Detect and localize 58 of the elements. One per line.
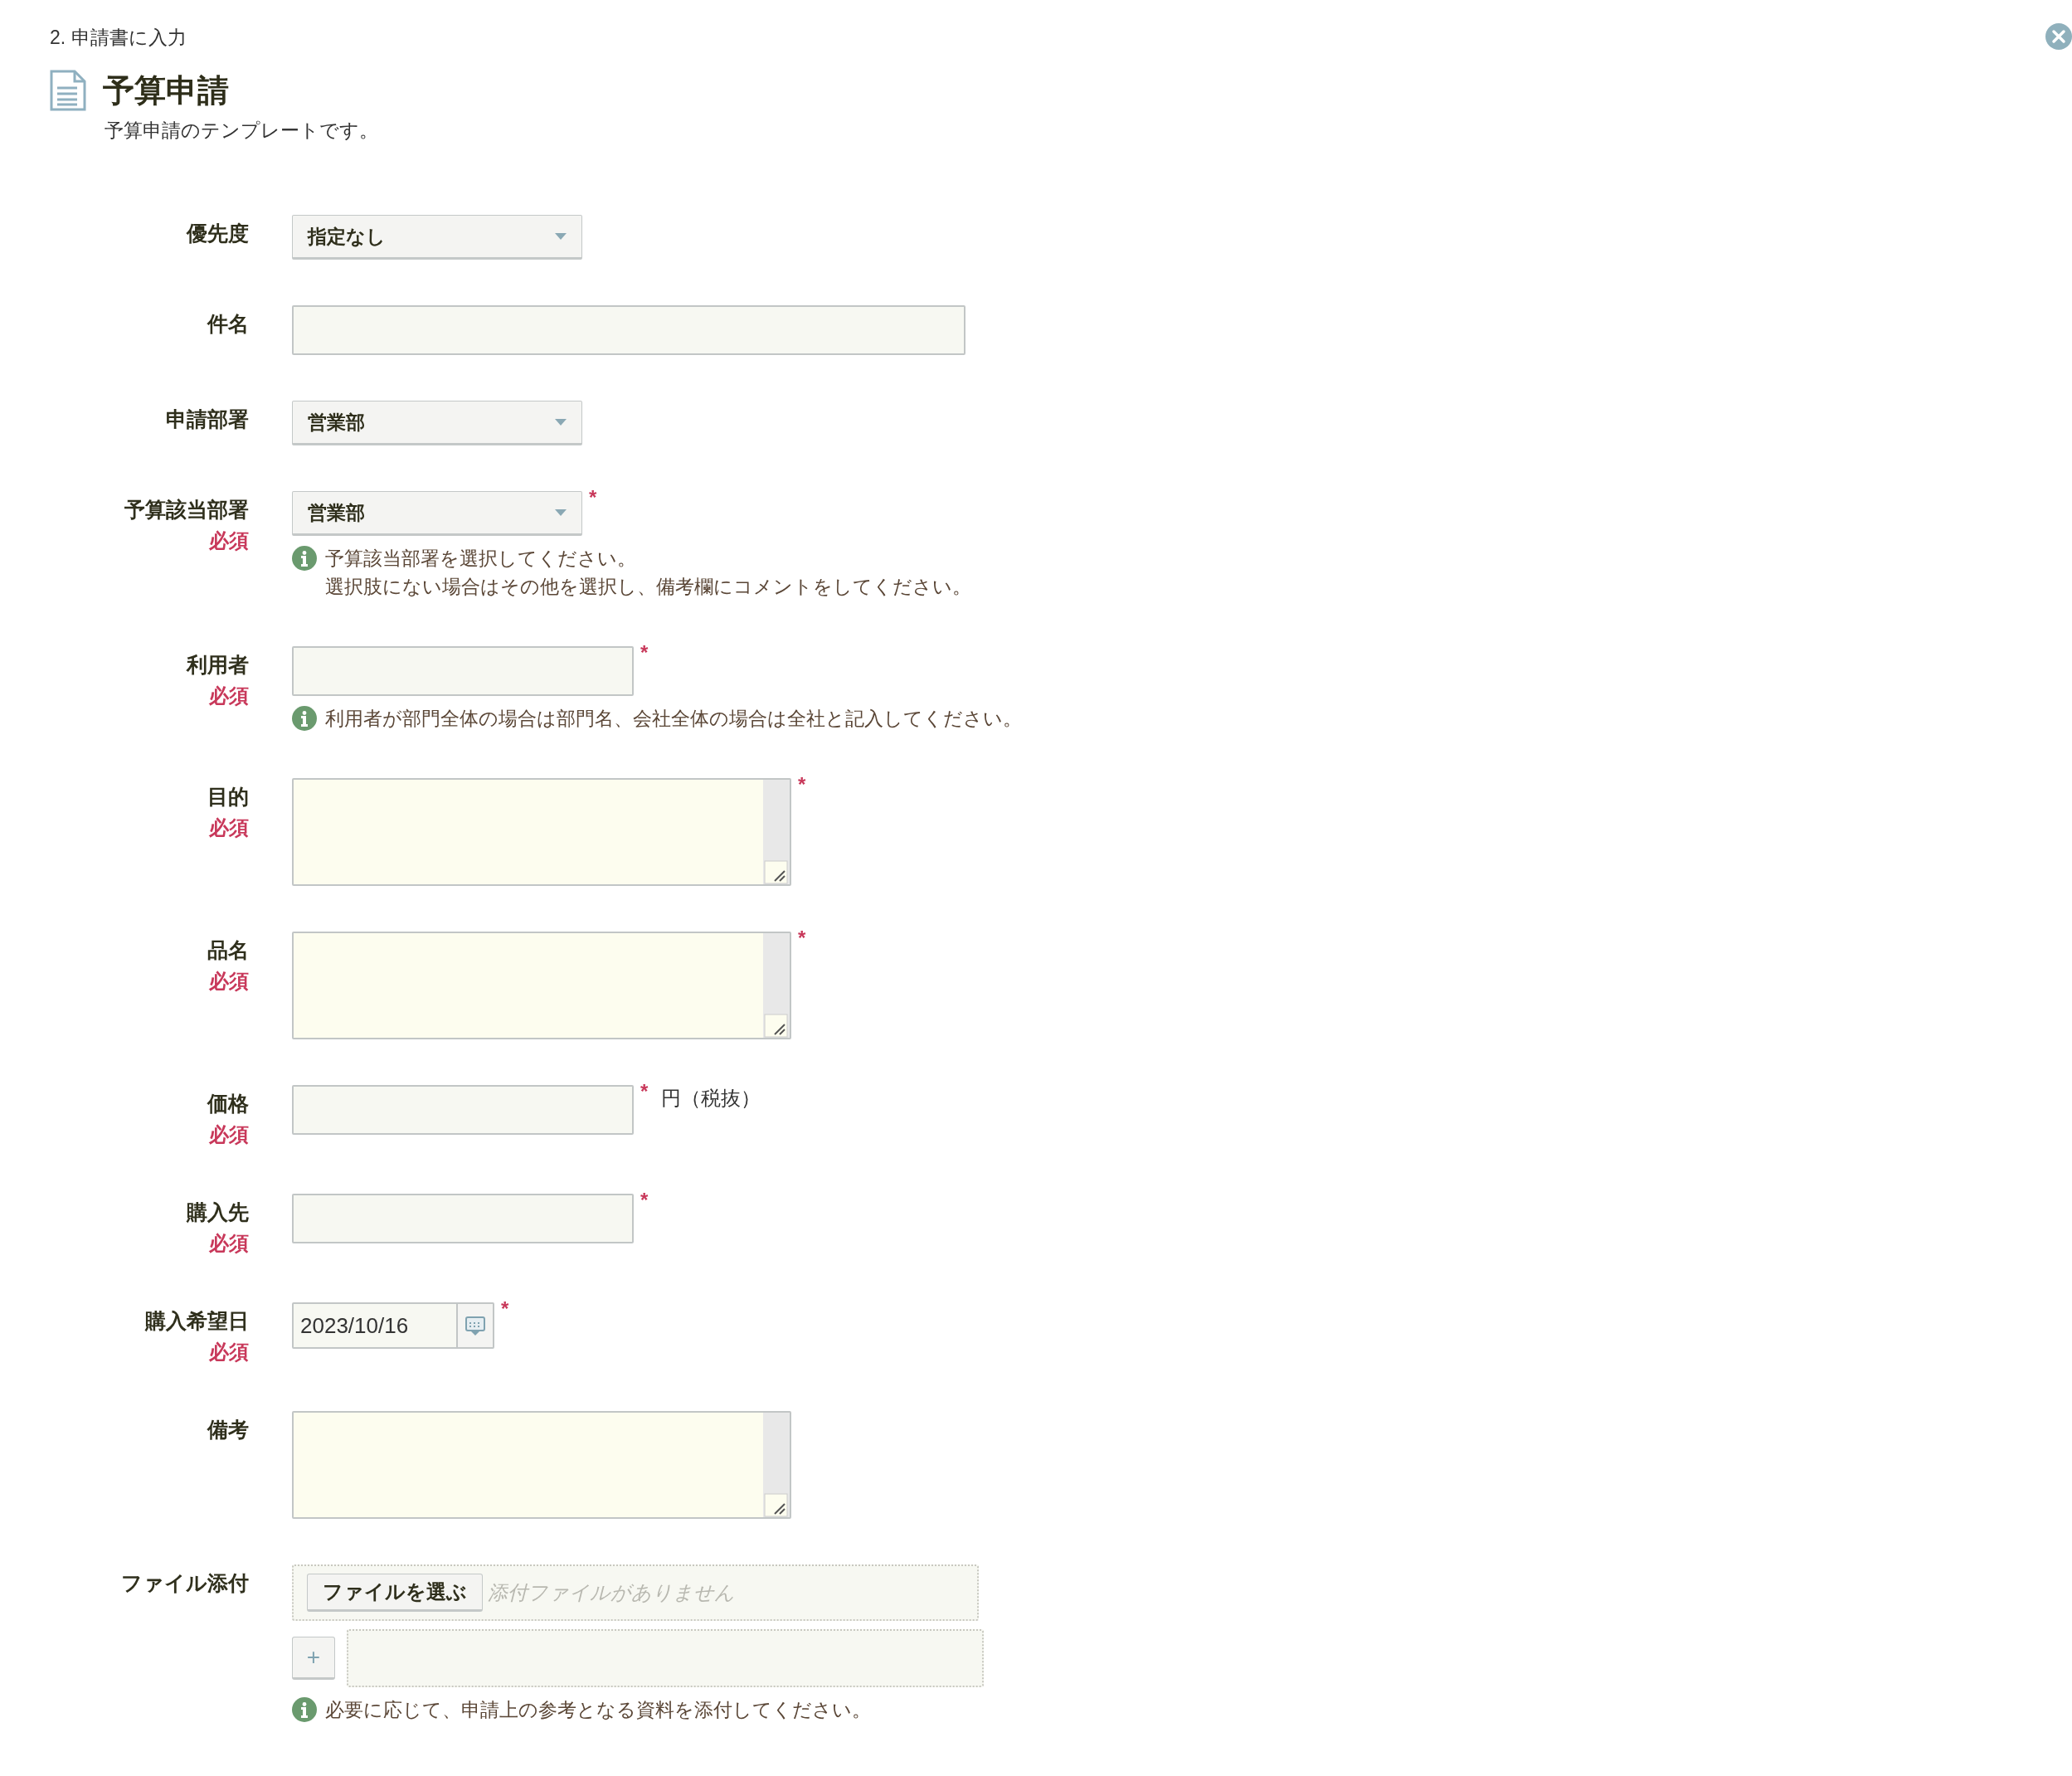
choose-file-button[interactable]: ファイルを選ぶ xyxy=(307,1574,483,1612)
hint-text: 必要に応じて、申請上の参考となる資料を添付してください。 xyxy=(325,1698,871,1722)
calendar-icon xyxy=(465,1315,485,1336)
field-label: 予算該当部署 xyxy=(124,497,249,523)
hint-text: 選択肢にない場合はその他を選択し、備考欄にコメントをしてください。 xyxy=(325,575,971,599)
document-icon xyxy=(50,70,86,111)
field-label: 購入希望日 xyxy=(145,1308,249,1334)
required-mark: * xyxy=(589,488,597,508)
calendar-button[interactable] xyxy=(456,1304,493,1347)
required-label: 必須 xyxy=(209,1340,249,1365)
required-label: 必須 xyxy=(209,815,249,840)
no-file-text: 添付ファイルがありません xyxy=(488,1580,735,1605)
field-label: 件名 xyxy=(207,311,249,337)
text-field[interactable] xyxy=(292,1085,634,1135)
field-label: 優先度 xyxy=(187,221,249,246)
required-mark: * xyxy=(798,928,806,948)
text-field[interactable] xyxy=(292,646,634,696)
resize-grip-icon[interactable] xyxy=(763,859,788,884)
close-icon[interactable] xyxy=(2045,23,2072,50)
hint-text: 予算該当部署を選択してください。 xyxy=(325,547,637,571)
date-picker[interactable]: 2023/10/16 xyxy=(292,1302,494,1349)
required-mark: * xyxy=(640,1082,649,1102)
field-label: 購入先 xyxy=(187,1199,249,1225)
required-mark: * xyxy=(501,1299,509,1319)
info-icon xyxy=(292,1697,317,1722)
resize-grip-icon[interactable] xyxy=(763,1492,788,1517)
required-label: 必須 xyxy=(209,1122,249,1147)
text-field[interactable] xyxy=(292,1194,634,1243)
date-input[interactable]: 2023/10/16 xyxy=(294,1304,456,1347)
resize-grip-icon[interactable] xyxy=(763,1013,788,1038)
field-label: 申請部署 xyxy=(166,406,249,432)
form-title: 予算申請 xyxy=(103,72,229,109)
required-label: 必須 xyxy=(209,684,249,708)
required-label: 必須 xyxy=(209,528,249,553)
form-description: 予算申請のテンプレートです。 xyxy=(105,119,379,143)
select-field[interactable]: 指定なし xyxy=(292,215,582,260)
breadcrumb-text: 2. 申請書に入力 xyxy=(50,26,187,50)
select-field[interactable]: 営業部 xyxy=(292,401,582,445)
text-field[interactable] xyxy=(292,305,965,355)
info-icon xyxy=(292,706,317,731)
required-label: 必須 xyxy=(209,1231,249,1256)
select-field[interactable]: 営業部 xyxy=(292,491,582,536)
field-label: 目的 xyxy=(207,784,249,810)
field-label: 備考 xyxy=(207,1417,249,1443)
field-label: ファイル添付 xyxy=(121,1570,249,1596)
field-label: 利用者 xyxy=(187,652,249,678)
field-label: 価格 xyxy=(207,1091,249,1117)
caret-icon xyxy=(555,419,567,426)
required-mark: * xyxy=(640,1190,649,1210)
hint-text: 利用者が部門全体の場合は部門名、会社全体の場合は全社と記入してください。 xyxy=(325,707,1022,731)
caret-icon xyxy=(555,509,567,516)
required-mark: * xyxy=(798,775,806,795)
required-mark: * xyxy=(640,643,649,663)
field-label: 品名 xyxy=(207,937,249,963)
unit-text: 円（税抜） xyxy=(661,1086,761,1111)
info-icon xyxy=(292,546,317,571)
required-label: 必須 xyxy=(209,969,249,994)
caret-icon xyxy=(555,233,567,240)
